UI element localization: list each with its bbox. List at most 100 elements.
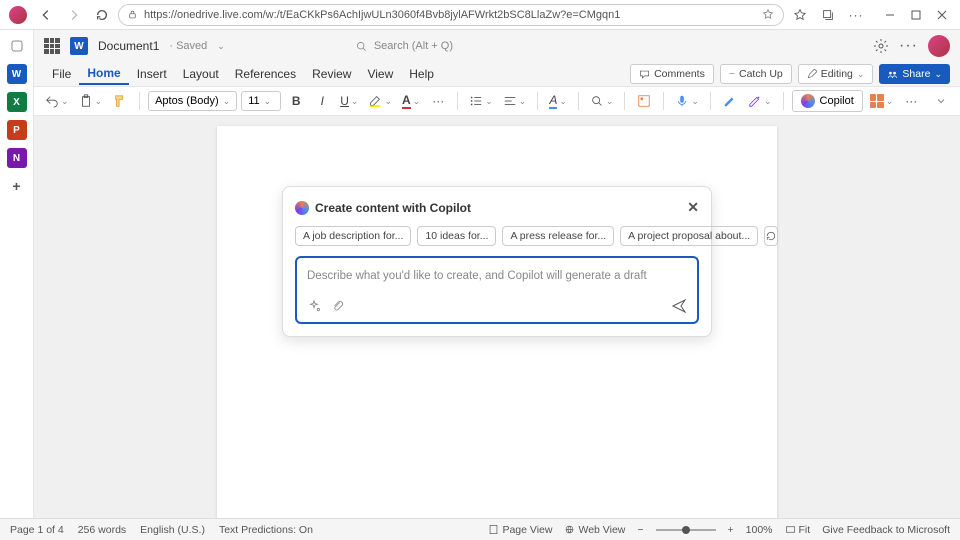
copilot-button[interactable]: Copilot [792, 90, 863, 112]
tab-home[interactable]: Home [79, 63, 128, 85]
reading-mode-icon[interactable] [761, 8, 775, 22]
font-size-select[interactable]: 11⌄ [241, 91, 281, 111]
prompt-box [295, 256, 699, 324]
zoom-in-button[interactable]: + [728, 524, 734, 536]
tab-review[interactable]: Review [304, 64, 359, 84]
app-header: W Document1 · Saved ⌄ Search (Alt + Q) ·… [34, 30, 960, 62]
language[interactable]: English (U.S.) [140, 524, 205, 536]
styles-button[interactable]: A⌄ [546, 90, 570, 112]
suggestion-chip[interactable]: 10 ideas for... [417, 226, 496, 246]
web-view-button[interactable]: Web View [564, 524, 625, 536]
designer-button[interactable] [633, 90, 655, 112]
font-family-select[interactable]: Aptos (Body)⌄ [148, 91, 237, 111]
rail-onenote-icon[interactable]: N [7, 148, 27, 168]
more-icon[interactable]: ··· [844, 3, 868, 27]
bullets-button[interactable]: ⌄ [466, 90, 496, 112]
grid-view-button[interactable]: ⌄ [867, 90, 897, 112]
bold-button[interactable]: B [285, 90, 307, 112]
settings-icon[interactable] [873, 38, 889, 54]
forward-button [62, 3, 86, 27]
tab-layout[interactable]: Layout [175, 64, 227, 84]
close-window-button[interactable] [930, 3, 954, 27]
back-button[interactable] [34, 3, 58, 27]
copilot-popup: Create content with Copilot ✕ A job desc… [282, 186, 712, 337]
zoom-slider[interactable] [656, 529, 716, 531]
rail-add-icon[interactable]: + [7, 176, 27, 196]
feedback-link[interactable]: Give Feedback to Microsoft [822, 524, 950, 536]
suggestion-chip[interactable]: A press release for... [502, 226, 614, 246]
status-bar: Page 1 of 4 256 words English (U.S.) Tex… [0, 518, 960, 540]
dictate-button[interactable]: ⌄ [672, 90, 702, 112]
header-more-icon[interactable]: ··· [899, 37, 918, 55]
tab-references[interactable]: References [227, 64, 304, 84]
document-title[interactable]: Document1 [98, 39, 159, 53]
catchup-button[interactable]: ~Catch Up [720, 64, 792, 84]
share-button[interactable]: Share⌄ [879, 64, 950, 84]
word-count[interactable]: 256 words [78, 524, 126, 536]
page-count[interactable]: Page 1 of 4 [10, 524, 64, 536]
collections-icon[interactable] [816, 3, 840, 27]
copilot-popup-title: Create content with Copilot [315, 201, 471, 215]
editing-button[interactable]: Editing⌄ [798, 64, 874, 84]
profile-avatar[interactable] [6, 3, 30, 27]
title-chevron-icon[interactable]: ⌄ [217, 41, 225, 52]
address-bar[interactable]: https://onedrive.live.com/w:/t/EaCKkPs6A… [118, 4, 784, 26]
save-status: · Saved [169, 40, 207, 52]
ribbon-tabs: File Home Insert Layout References Revie… [34, 62, 960, 86]
refresh-button[interactable] [90, 3, 114, 27]
browser-toolbar: https://onedrive.live.com/w:/t/EaCKkPs6A… [0, 0, 960, 30]
prompt-input[interactable] [307, 270, 687, 282]
format-painter-button[interactable] [109, 90, 131, 112]
tab-view[interactable]: View [359, 64, 401, 84]
zoom-level[interactable]: 100% [746, 524, 773, 536]
align-button[interactable]: ⌄ [500, 90, 530, 112]
paste-button[interactable]: ⌄ [76, 90, 106, 112]
highlight-button[interactable]: ⌄ [365, 90, 395, 112]
lock-icon [127, 9, 138, 20]
rewrite-button[interactable]: ⌄ [745, 90, 775, 112]
ribbon-toolbar: ⌄ ⌄ Aptos (Body)⌄ 11⌄ B I U⌄ ⌄ A⌄ ··· ⌄ … [34, 86, 960, 116]
toolbar-more-icon[interactable]: ··· [900, 90, 922, 112]
suggestion-chip[interactable]: A job description for... [295, 226, 411, 246]
rail-powerpoint-icon[interactable]: P [7, 120, 27, 140]
url-text: https://onedrive.live.com/w:/t/EaCKkPs6A… [144, 9, 755, 21]
page-view-button[interactable]: Page View [488, 524, 552, 536]
collapse-ribbon-icon[interactable] [930, 90, 952, 112]
refresh-suggestions-icon[interactable] [764, 226, 778, 246]
minimize-button[interactable] [878, 3, 902, 27]
tab-help[interactable]: Help [401, 64, 442, 84]
app-launcher-icon[interactable] [44, 38, 60, 54]
maximize-button[interactable] [904, 3, 928, 27]
undo-button[interactable]: ⌄ [42, 90, 72, 112]
tab-insert[interactable]: Insert [129, 64, 175, 84]
zoom-out-button[interactable]: − [637, 524, 643, 536]
italic-button[interactable]: I [311, 90, 333, 112]
rail-excel-icon[interactable]: X [7, 92, 27, 112]
search-icon [355, 40, 368, 53]
find-button[interactable]: ⌄ [587, 90, 617, 112]
sparkle-icon[interactable] [307, 299, 321, 313]
user-avatar[interactable] [928, 35, 950, 57]
text-predictions[interactable]: Text Predictions: On [219, 524, 313, 536]
attach-icon[interactable] [331, 299, 345, 313]
rail-word-icon[interactable]: W [7, 64, 27, 84]
copilot-icon [801, 94, 815, 108]
word-logo-icon: W [70, 37, 88, 55]
comments-button[interactable]: Comments [630, 64, 714, 84]
tab-file[interactable]: File [44, 64, 79, 84]
font-color-button[interactable]: A⌄ [399, 90, 423, 112]
fit-button[interactable]: Fit [785, 524, 811, 536]
favorites-icon[interactable] [788, 3, 812, 27]
editor-button[interactable] [719, 90, 741, 112]
app-rail: W X P N + [0, 30, 34, 540]
document-area: Create content with Copilot ✕ A job desc… [34, 116, 960, 518]
search-placeholder: Search (Alt + Q) [374, 40, 453, 52]
copilot-icon [295, 201, 309, 215]
underline-button[interactable]: U⌄ [337, 90, 361, 112]
suggestion-chip[interactable]: A project proposal about... [620, 226, 758, 246]
search-box[interactable]: Search (Alt + Q) [355, 35, 615, 57]
send-icon[interactable] [671, 298, 687, 314]
rail-home-icon[interactable] [7, 36, 27, 56]
close-icon[interactable]: ✕ [687, 199, 699, 216]
more-font-icon[interactable]: ··· [427, 90, 449, 112]
